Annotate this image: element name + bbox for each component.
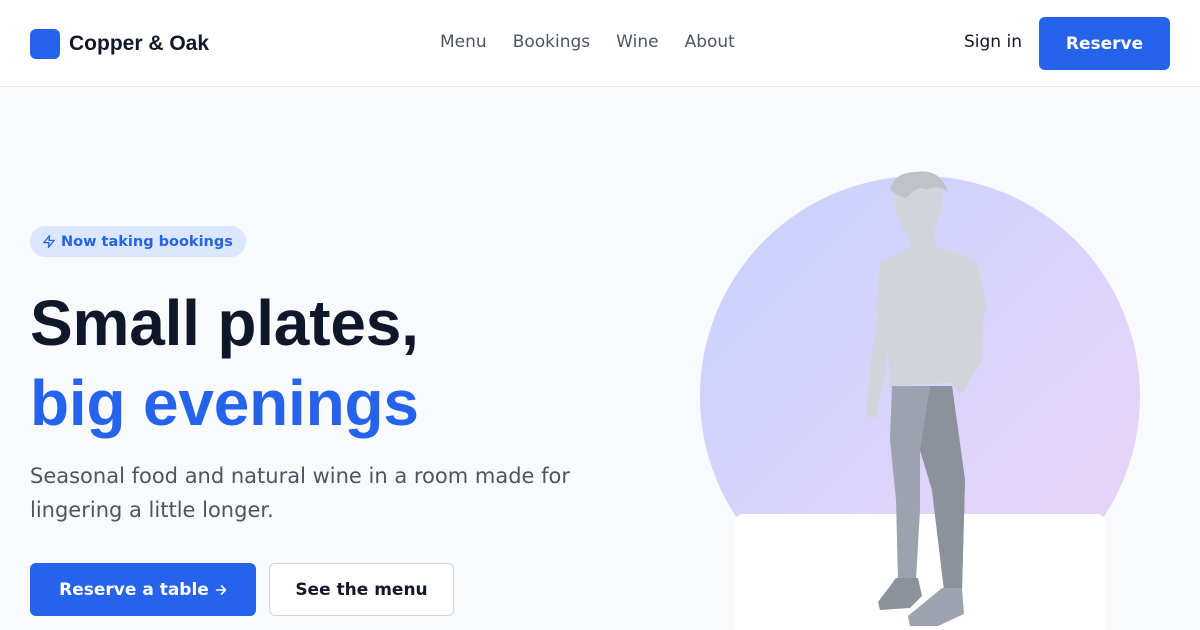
main-nav: Menu Bookings Wine About — [440, 32, 735, 52]
brand-logo-icon — [30, 28, 60, 59]
reserve-table-label: Reserve a table — [59, 579, 209, 600]
reserve-button[interactable]: Reserve — [1039, 17, 1170, 70]
see-menu-button[interactable]: See the menu — [269, 563, 454, 616]
person-standing-illustration — [700, 171, 1140, 630]
nav-link-about[interactable]: About — [685, 32, 735, 52]
lightning-icon — [43, 235, 55, 248]
status-badge: Now taking bookings — [30, 226, 246, 257]
sign-in-link[interactable]: Sign in — [964, 32, 1022, 52]
nav-link-wine[interactable]: Wine — [616, 32, 658, 52]
badge-text: Now taking bookings — [61, 233, 233, 250]
headline-line-2: big evenings — [30, 367, 419, 439]
headline-line-1: Small plates, — [30, 287, 419, 359]
brand[interactable]: Copper & Oak — [30, 28, 209, 59]
reserve-table-button[interactable]: Reserve a table — [30, 563, 256, 616]
brand-name: Copper & Oak — [69, 31, 210, 55]
nav-link-bookings[interactable]: Bookings — [513, 32, 590, 52]
site-header: Copper & Oak Menu Bookings Wine About Si… — [0, 0, 1200, 87]
hero-description: Seasonal food and natural wine in a room… — [30, 464, 571, 522]
arrow-right-icon — [215, 584, 227, 595]
nav-link-menu[interactable]: Menu — [440, 32, 487, 52]
